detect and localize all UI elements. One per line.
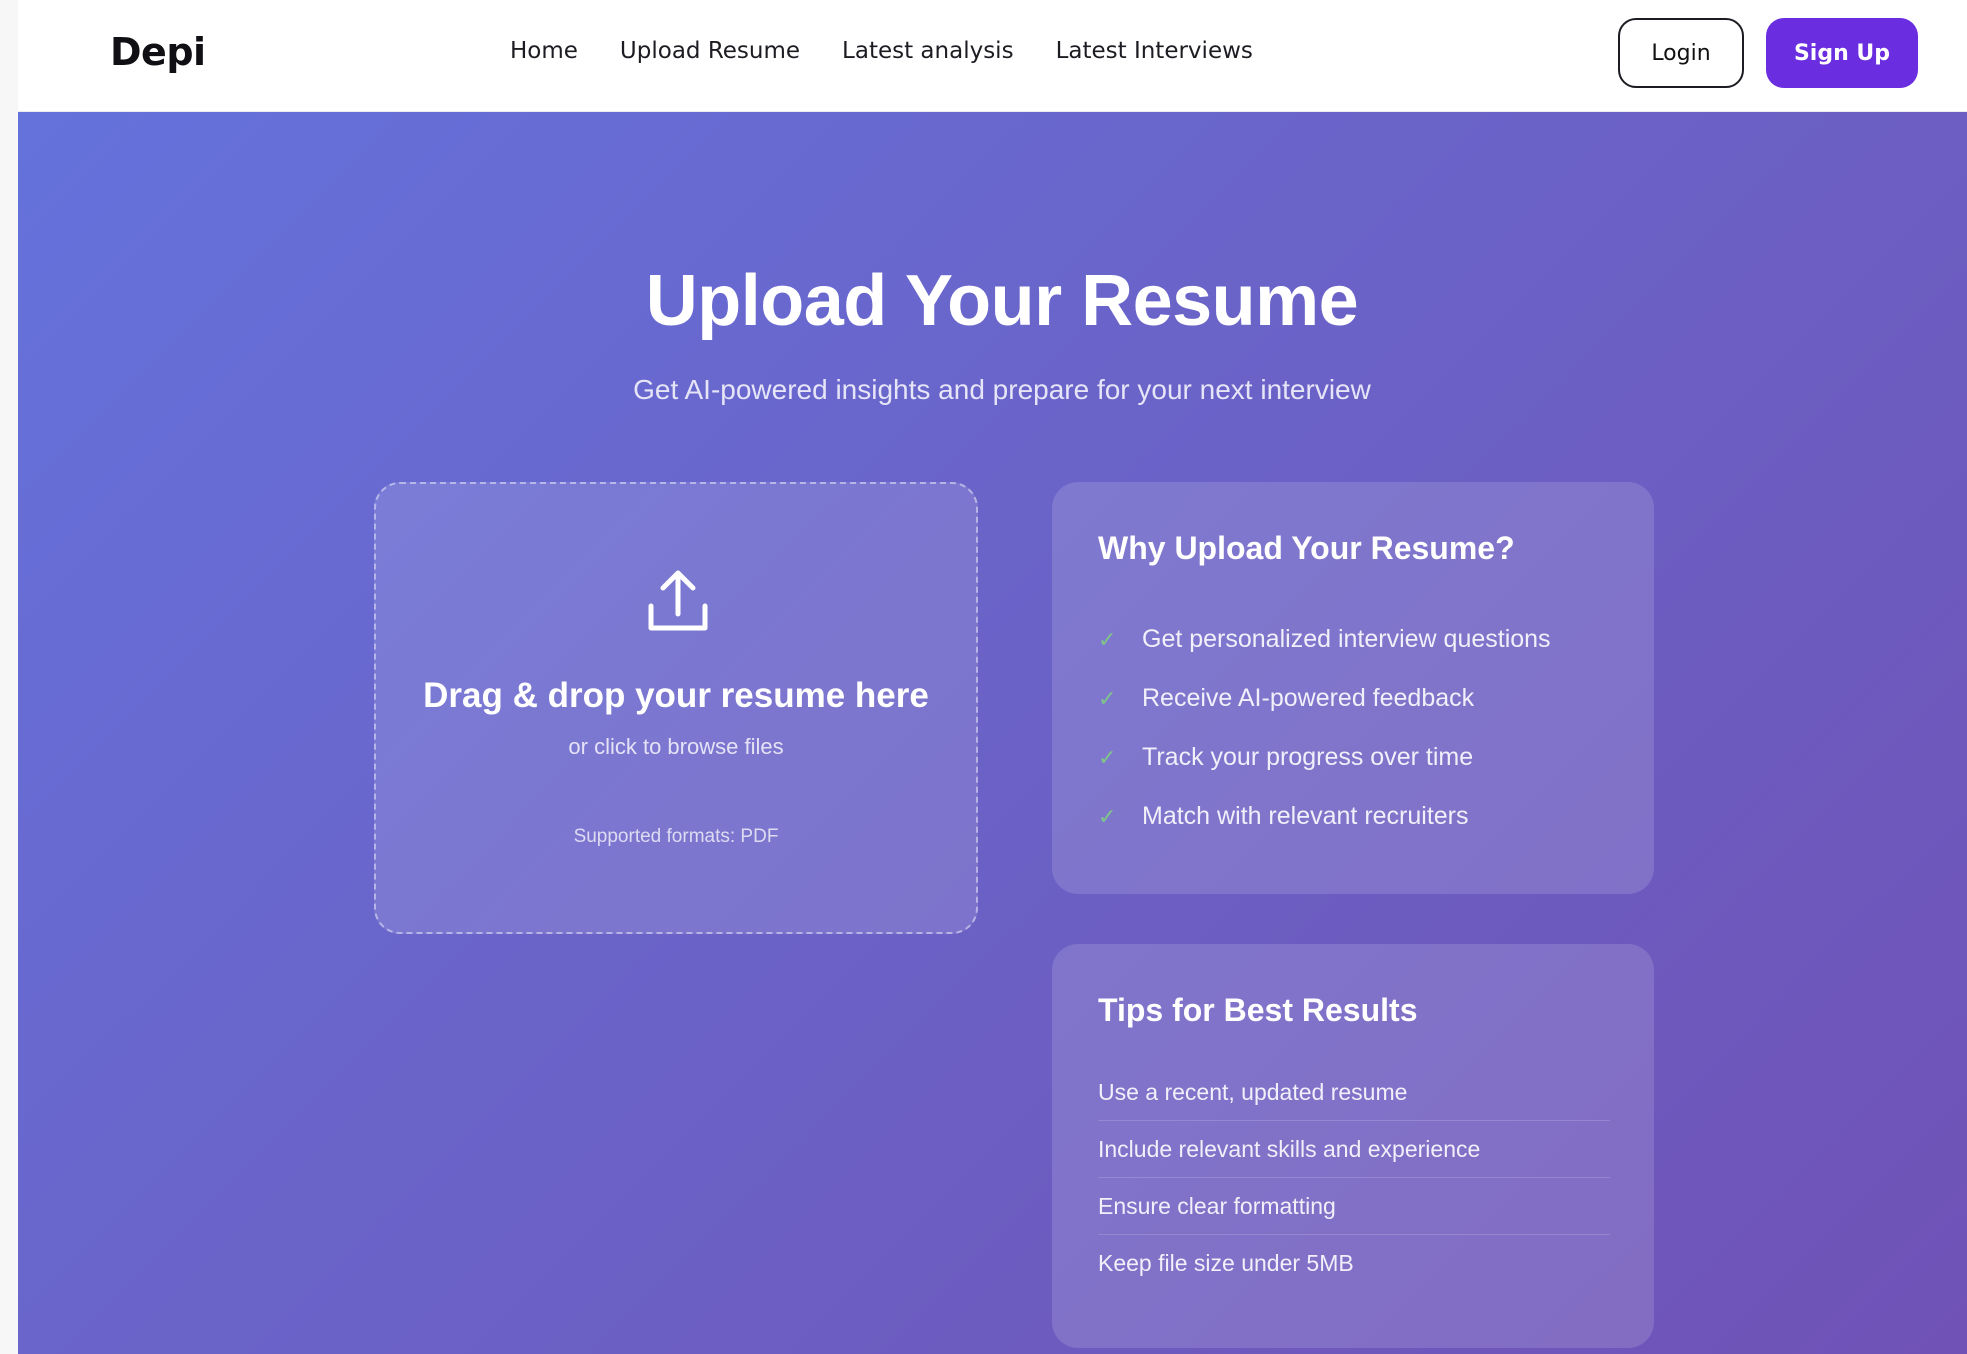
signup-button[interactable]: Sign Up [1766,18,1918,88]
list-item: Include relevant skills and experience [1098,1121,1610,1178]
list-item: Ensure clear formatting [1098,1178,1610,1235]
list-item: ✓ Match with relevant recruiters [1098,787,1551,846]
browse-files-link[interactable]: or click to browse files [376,734,976,760]
why-upload-title: Why Upload Your Resume? [1098,530,1515,566]
tips-card: Tips for Best Results Use a recent, upda… [1052,944,1654,1348]
check-icon: ✓ [1098,744,1117,770]
check-icon: ✓ [1098,626,1117,652]
page: Depi Home Upload Resume Latest analysis … [0,0,1967,1354]
list-item: ✓ Track your progress over time [1098,728,1551,787]
list-item: ✓ Get personalized interview questions [1098,610,1551,669]
list-item-label: Match with relevant recruiters [1142,802,1469,830]
page-subtitle: Get AI-powered insights and prepare for … [633,374,1371,405]
nav-home[interactable]: Home [510,38,578,64]
resume-dropzone[interactable]: Drag & drop your resume here or click to… [374,482,978,934]
supported-formats: Supported formats: PDF [573,826,779,847]
list-item-label: Get personalized interview questions [1142,625,1551,653]
check-icon: ✓ [1098,803,1117,829]
list-item: Keep file size under 5MB [1098,1250,1354,1276]
check-icon: ✓ [1098,685,1117,711]
list-item: ✓ Receive AI-powered feedback [1098,669,1551,728]
login-button[interactable]: Login [1618,18,1744,88]
list-item: Use a recent, updated resume [1098,1064,1610,1121]
why-upload-card: Why Upload Your Resume? ✓ Get personaliz… [1052,482,1654,894]
nav-latest-analysis[interactable]: Latest analysis [842,38,1014,64]
page-title: Upload Your Resume [645,261,1359,341]
dropzone-title: Drag & drop your resume here [423,676,929,715]
nav-links: Home Upload Resume Latest analysis Lates… [510,38,1253,64]
list-item-label: Receive AI-powered feedback [1142,684,1475,712]
nav-latest-interviews[interactable]: Latest Interviews [1056,38,1253,64]
why-upload-list: ✓ Get personalized interview questions ✓… [1098,610,1551,846]
tips-title: Tips for Best Results [1098,992,1418,1028]
tips-list: Use a recent, updated resume Include rel… [1098,1064,1610,1292]
hero-section: Upload Your Resume Get AI-powered insigh… [18,112,1967,1354]
list-item-label: Track your progress over time [1142,743,1474,771]
logo[interactable]: Depi [110,30,206,74]
upload-icon [648,570,708,631]
nav-upload-resume[interactable]: Upload Resume [620,38,800,64]
navbar: Depi Home Upload Resume Latest analysis … [18,0,1967,112]
